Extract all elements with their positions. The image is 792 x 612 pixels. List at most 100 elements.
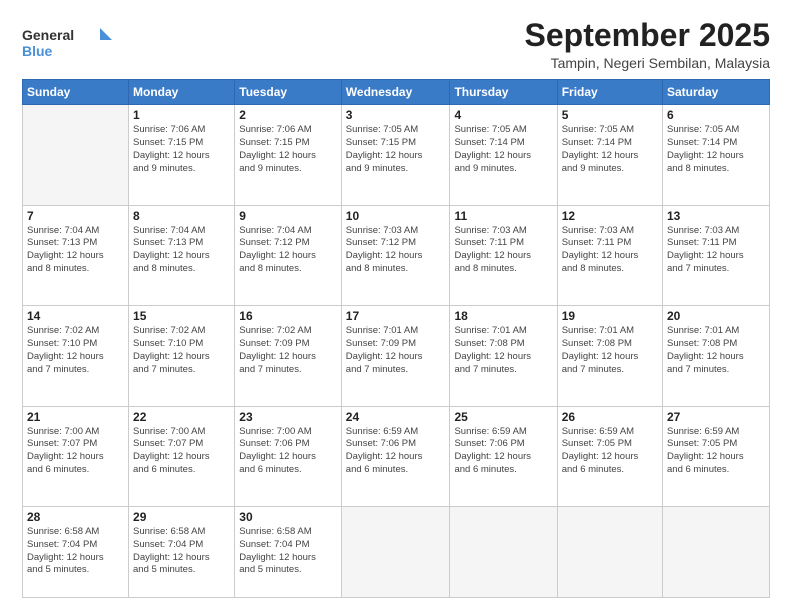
day-info: Sunrise: 7:05 AMSunset: 7:15 PMDaylight:… bbox=[346, 124, 446, 175]
day-cell: 18 Sunrise: 7:01 AMSunset: 7:08 PMDayligh… bbox=[450, 306, 557, 406]
col-wednesday: Wednesday bbox=[341, 80, 450, 105]
day-cell: 15 Sunrise: 7:02 AMSunset: 7:10 PMDayligh… bbox=[129, 306, 235, 406]
day-number: 4 bbox=[454, 108, 552, 122]
day-cell bbox=[557, 507, 662, 598]
day-info: Sunrise: 7:05 AMSunset: 7:14 PMDaylight:… bbox=[667, 124, 765, 175]
header: General Blue September 2025 Tampin, Nege… bbox=[22, 18, 770, 71]
day-cell: 16 Sunrise: 7:02 AMSunset: 7:09 PMDayligh… bbox=[235, 306, 342, 406]
day-info: Sunrise: 7:06 AMSunset: 7:15 PMDaylight:… bbox=[239, 124, 337, 175]
day-info: Sunrise: 7:03 AMSunset: 7:11 PMDaylight:… bbox=[562, 225, 658, 276]
week-row-5: 28 Sunrise: 6:58 AMSunset: 7:04 PMDayligh… bbox=[23, 507, 770, 598]
day-number: 17 bbox=[346, 309, 446, 323]
day-number: 28 bbox=[27, 510, 124, 524]
day-number: 26 bbox=[562, 410, 658, 424]
day-cell: 9 Sunrise: 7:04 AMSunset: 7:12 PMDaylight… bbox=[235, 205, 342, 305]
day-cell bbox=[341, 507, 450, 598]
day-cell: 19Sunrise: 7:01 AMSunset: 7:08 PMDayligh… bbox=[557, 306, 662, 406]
day-cell: 10 Sunrise: 7:03 AMSunset: 7:12 PMDayligh… bbox=[341, 205, 450, 305]
day-info: Sunrise: 7:02 AMSunset: 7:10 PMDaylight:… bbox=[27, 325, 124, 376]
day-number: 30 bbox=[239, 510, 337, 524]
day-cell: 26 Sunrise: 6:59 AMSunset: 7:05 PMDayligh… bbox=[557, 406, 662, 506]
day-info: Sunrise: 7:00 AMSunset: 7:06 PMDaylight:… bbox=[239, 426, 337, 477]
day-number: 1 bbox=[133, 108, 230, 122]
day-info: Sunrise: 7:05 AMSunset: 7:14 PMDaylight:… bbox=[454, 124, 552, 175]
day-info: Sunrise: 7:01 AMSunset: 7:08 PMDaylight:… bbox=[562, 325, 658, 376]
week-row-4: 21 Sunrise: 7:00 AMSunset: 7:07 PMDayligh… bbox=[23, 406, 770, 506]
day-info: Sunrise: 7:01 AMSunset: 7:09 PMDaylight:… bbox=[346, 325, 446, 376]
col-saturday: Saturday bbox=[663, 80, 770, 105]
day-info: Sunrise: 6:59 AMSunset: 7:05 PMDaylight:… bbox=[562, 426, 658, 477]
day-info: Sunrise: 6:59 AMSunset: 7:06 PMDaylight:… bbox=[346, 426, 446, 477]
day-number: 10 bbox=[346, 209, 446, 223]
page: General Blue September 2025 Tampin, Nege… bbox=[0, 0, 792, 612]
week-row-2: 7 Sunrise: 7:04 AMSunset: 7:13 PMDaylight… bbox=[23, 205, 770, 305]
day-info: Sunrise: 6:58 AMSunset: 7:04 PMDaylight:… bbox=[239, 526, 337, 577]
day-info: Sunrise: 7:05 AMSunset: 7:14 PMDaylight:… bbox=[562, 124, 658, 175]
day-info: Sunrise: 7:00 AMSunset: 7:07 PMDaylight:… bbox=[27, 426, 124, 477]
day-number: 16 bbox=[239, 309, 337, 323]
day-info: Sunrise: 6:58 AMSunset: 7:04 PMDaylight:… bbox=[133, 526, 230, 577]
day-cell: 27 Sunrise: 6:59 AMSunset: 7:05 PMDayligh… bbox=[663, 406, 770, 506]
day-cell: 1 Sunrise: 7:06 AMSunset: 7:15 PMDaylight… bbox=[129, 105, 235, 205]
day-number: 20 bbox=[667, 309, 765, 323]
day-number: 24 bbox=[346, 410, 446, 424]
title-block: September 2025 Tampin, Negeri Sembilan, … bbox=[525, 18, 770, 71]
day-info: Sunrise: 7:00 AMSunset: 7:07 PMDaylight:… bbox=[133, 426, 230, 477]
svg-text:General: General bbox=[22, 27, 74, 43]
day-cell: 3 Sunrise: 7:05 AMSunset: 7:15 PMDaylight… bbox=[341, 105, 450, 205]
day-cell: 12 Sunrise: 7:03 AMSunset: 7:11 PMDayligh… bbox=[557, 205, 662, 305]
logo-text-block: General Blue bbox=[22, 22, 112, 71]
day-cell bbox=[23, 105, 129, 205]
day-cell bbox=[663, 507, 770, 598]
day-cell: 20 Sunrise: 7:01 AMSunset: 7:08 PMDayligh… bbox=[663, 306, 770, 406]
week-row-1: 1 Sunrise: 7:06 AMSunset: 7:15 PMDaylight… bbox=[23, 105, 770, 205]
day-info: Sunrise: 7:04 AMSunset: 7:12 PMDaylight:… bbox=[239, 225, 337, 276]
day-cell: 8 Sunrise: 7:04 AMSunset: 7:13 PMDaylight… bbox=[129, 205, 235, 305]
day-info: Sunrise: 7:02 AMSunset: 7:10 PMDaylight:… bbox=[133, 325, 230, 376]
col-thursday: Thursday bbox=[450, 80, 557, 105]
day-number: 2 bbox=[239, 108, 337, 122]
day-number: 27 bbox=[667, 410, 765, 424]
day-cell bbox=[450, 507, 557, 598]
day-cell: 24 Sunrise: 6:59 AMSunset: 7:06 PMDayligh… bbox=[341, 406, 450, 506]
day-info: Sunrise: 7:06 AMSunset: 7:15 PMDaylight:… bbox=[133, 124, 230, 175]
day-number: 14 bbox=[27, 309, 124, 323]
day-number: 8 bbox=[133, 209, 230, 223]
day-number: 13 bbox=[667, 209, 765, 223]
col-friday: Friday bbox=[557, 80, 662, 105]
day-info: Sunrise: 7:01 AMSunset: 7:08 PMDaylight:… bbox=[667, 325, 765, 376]
day-cell: 25Sunrise: 6:59 AMSunset: 7:06 PMDayligh… bbox=[450, 406, 557, 506]
day-info: Sunrise: 7:02 AMSunset: 7:09 PMDaylight:… bbox=[239, 325, 337, 376]
day-number: 15 bbox=[133, 309, 230, 323]
day-number: 12 bbox=[562, 209, 658, 223]
day-number: 3 bbox=[346, 108, 446, 122]
day-number: 6 bbox=[667, 108, 765, 122]
day-number: 29 bbox=[133, 510, 230, 524]
day-cell: 17 Sunrise: 7:01 AMSunset: 7:09 PMDayligh… bbox=[341, 306, 450, 406]
day-info: Sunrise: 7:03 AMSunset: 7:12 PMDaylight:… bbox=[346, 225, 446, 276]
day-cell: 11Sunrise: 7:03 AMSunset: 7:11 PMDayligh… bbox=[450, 205, 557, 305]
day-cell: 23Sunrise: 7:00 AMSunset: 7:06 PMDayligh… bbox=[235, 406, 342, 506]
day-number: 22 bbox=[133, 410, 230, 424]
day-number: 21 bbox=[27, 410, 124, 424]
col-sunday: Sunday bbox=[23, 80, 129, 105]
day-number: 18 bbox=[454, 309, 552, 323]
week-row-3: 14 Sunrise: 7:02 AMSunset: 7:10 PMDayligh… bbox=[23, 306, 770, 406]
day-cell: 30 Sunrise: 6:58 AMSunset: 7:04 PMDayligh… bbox=[235, 507, 342, 598]
day-number: 7 bbox=[27, 209, 124, 223]
logo-svg: General Blue bbox=[22, 22, 112, 66]
day-cell: 28Sunrise: 6:58 AMSunset: 7:04 PMDayligh… bbox=[23, 507, 129, 598]
day-info: Sunrise: 7:01 AMSunset: 7:08 PMDaylight:… bbox=[454, 325, 552, 376]
day-info: Sunrise: 6:59 AMSunset: 7:05 PMDaylight:… bbox=[667, 426, 765, 477]
day-cell: 22 Sunrise: 7:00 AMSunset: 7:07 PMDayligh… bbox=[129, 406, 235, 506]
svg-text:Blue: Blue bbox=[22, 43, 53, 59]
calendar-table: Sunday Monday Tuesday Wednesday Thursday… bbox=[22, 79, 770, 598]
day-cell: 5Sunrise: 7:05 AMSunset: 7:14 PMDaylight… bbox=[557, 105, 662, 205]
day-number: 9 bbox=[239, 209, 337, 223]
day-info: Sunrise: 7:04 AMSunset: 7:13 PMDaylight:… bbox=[27, 225, 124, 276]
day-cell: 4 Sunrise: 7:05 AMSunset: 7:14 PMDaylight… bbox=[450, 105, 557, 205]
location: Tampin, Negeri Sembilan, Malaysia bbox=[525, 55, 770, 71]
day-cell: 6 Sunrise: 7:05 AMSunset: 7:14 PMDaylight… bbox=[663, 105, 770, 205]
day-info: Sunrise: 7:04 AMSunset: 7:13 PMDaylight:… bbox=[133, 225, 230, 276]
day-info: Sunrise: 6:59 AMSunset: 7:06 PMDaylight:… bbox=[454, 426, 552, 477]
